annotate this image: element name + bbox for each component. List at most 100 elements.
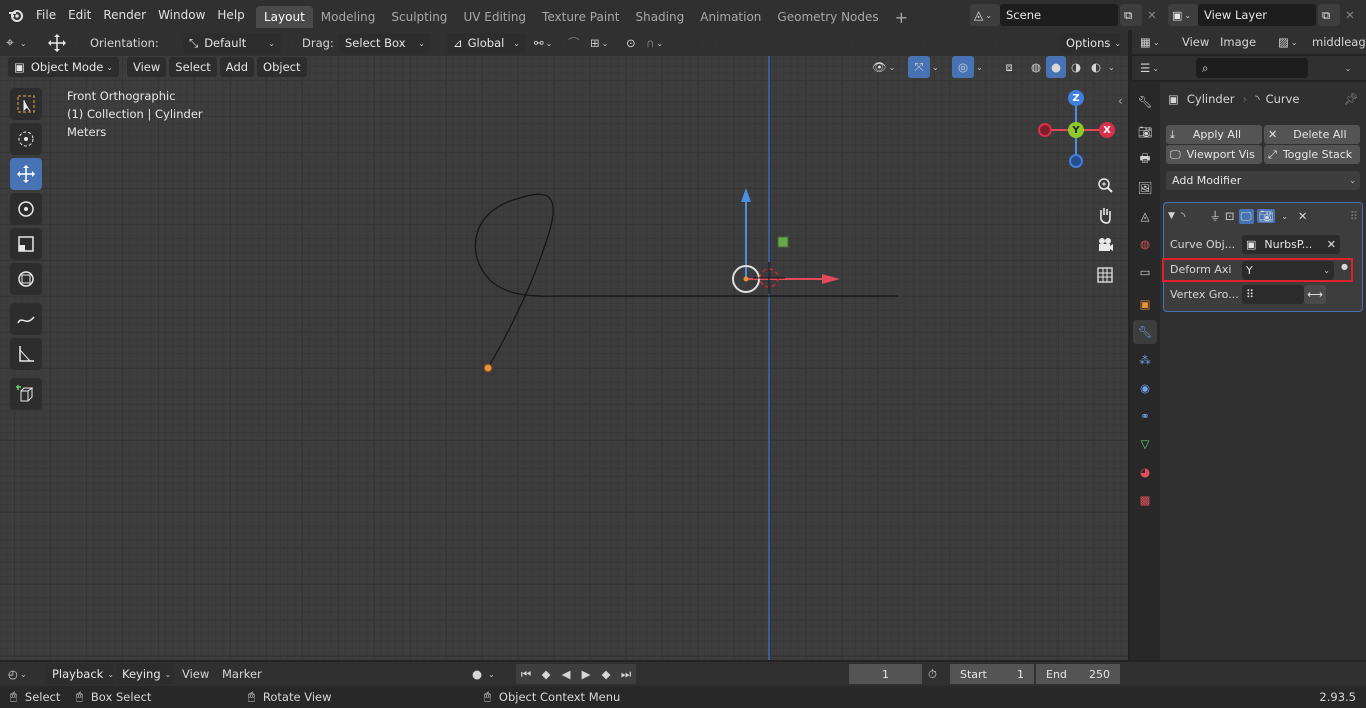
toggle-stack-button[interactable]: ⤢ Toggle Stack [1264,145,1360,164]
menu-view[interactable]: View [127,57,167,77]
editmode-icon[interactable]: ⊡ [1225,209,1235,223]
shading-material-icon[interactable]: ◑ [1066,56,1086,78]
jump-end-icon[interactable]: ⏭ [616,664,636,684]
blender-logo-icon[interactable] [8,4,28,26]
render-icon[interactable]: 📷︎ [1256,209,1276,223]
gizmo-x-ball[interactable]: X [1099,122,1115,138]
menu-add[interactable]: Add [219,57,255,77]
cursor-tool[interactable] [10,123,42,155]
snap-magnet-icon[interactable]: ⌒ [568,33,590,53]
clear-curve-object-icon[interactable]: ✕ [1327,238,1336,251]
tab-uv-editing[interactable]: UV Editing [455,6,534,28]
collapse-icon[interactable]: ▼ [1168,211,1175,221]
drag-handle-icon[interactable]: ⠿ [1350,209,1358,223]
play-icon[interactable]: ▶ [576,664,596,684]
shading-rendered-icon[interactable]: ◐ [1086,56,1106,78]
next-keyframe-icon[interactable]: ◆ [596,664,616,684]
annotate-tool[interactable] [10,303,42,335]
tab-tool-icon[interactable]: 🔧︎ [1133,90,1157,114]
gizmo-dropdown-icon[interactable]: ⌄ [930,56,946,78]
visibility-icon[interactable]: 👁︎ ⌄ [872,56,904,78]
measure-tool[interactable] [10,338,42,370]
tab-sculpting[interactable]: Sculpting [383,6,455,28]
menu-image-view[interactable]: View [1182,35,1209,49]
menu-select[interactable]: Select [169,57,217,77]
orthographic-toggle-icon[interactable] [1092,262,1118,288]
image-name[interactable]: middleage [1312,35,1366,49]
menu-image-image[interactable]: Image [1220,35,1256,49]
scale-tool[interactable] [10,228,42,260]
tab-texture-icon[interactable]: ▩ [1133,488,1157,512]
tab-particles-icon[interactable]: ⁂ [1133,348,1157,372]
shading-wireframe-icon[interactable]: ◍ [1026,56,1046,78]
menu-render[interactable]: Render [97,4,152,26]
tab-texture-paint[interactable]: Texture Paint [534,6,627,28]
auto-keying-toggle[interactable]: ● ⌄ [472,664,508,684]
orientation-dropdown[interactable]: ⤡ Default ⌄ [183,33,281,53]
image-browse-button[interactable]: ▨ ⌄ [1278,32,1304,52]
shading-dropdown-icon[interactable]: ⌄ [1106,56,1122,78]
tab-view-layer-icon[interactable]: 🖼︎ [1133,176,1157,200]
select-box-tool[interactable] [10,88,42,120]
start-frame-field[interactable]: Start 1 [950,664,1034,684]
menu-object[interactable]: Object [257,57,307,77]
rotate-tool[interactable] [10,193,42,225]
tab-layout[interactable]: Layout [256,6,313,28]
gizmo-neg-x-ball[interactable] [1038,123,1052,137]
delete-scene-icon[interactable]: ✕ [1142,4,1162,26]
gizmo-y-ball[interactable]: Y [1068,122,1084,138]
properties-editor-type-button[interactable]: ☰ ⌄ [1140,58,1168,78]
shading-solid-icon[interactable]: ● [1046,56,1066,78]
overlays-dropdown-icon[interactable]: ⌄ [974,56,990,78]
playback-menu[interactable]: Playback ⌄ [46,664,114,684]
pin-icon[interactable]: 📌︎ [1343,92,1358,106]
timeline-editor-type-button[interactable]: ◴ ⌄ [8,664,38,684]
mode-dropdown[interactable]: ▣ Object Mode ⌄ [8,57,119,77]
play-reverse-icon[interactable]: ◀ [556,664,576,684]
overlays-toggle-icon[interactable]: ◎ [952,56,974,78]
tab-physics-icon[interactable]: ◉ [1133,376,1157,400]
invert-vertex-group-icon[interactable]: ⟷ [1304,285,1326,304]
3d-viewport[interactable]: Z X Y Front Orthographic (1) Collection … [0,30,1128,660]
sidebar-toggle-icon[interactable]: ‹ [1118,94,1123,108]
deform-axis-dropdown[interactable]: Y ⌄ [1242,261,1334,280]
xray-toggle-icon[interactable]: ⧈ [998,56,1020,78]
proportional-edit-icon[interactable]: ⊙ [626,33,646,53]
transform-orientation-dropdown[interactable]: ⊿ Global ⌄ [447,33,526,53]
gizmo-z-ball[interactable]: Z [1068,90,1084,106]
keying-menu[interactable]: Keying ⌄ [116,664,174,684]
timeline-marker-menu[interactable]: Marker [222,667,262,681]
delete-all-button[interactable]: ✕ Delete All [1264,125,1360,144]
tab-modeling[interactable]: Modeling [313,6,384,28]
scene-name-field[interactable]: Scene [1000,4,1118,26]
tab-modifiers-icon[interactable]: 🔧︎ [1133,320,1157,344]
view-layer-browse-button[interactable]: ▣ ⌄ [1168,4,1198,26]
prev-keyframe-icon[interactable]: ◆ [536,664,556,684]
editmode-cage-icon[interactable]: ⏚ [1209,208,1221,224]
transform-tool[interactable] [10,263,42,295]
tab-output-icon[interactable]: 🖶︎ [1133,148,1157,172]
add-modifier-dropdown[interactable]: Add Modifier ⌄ [1166,171,1360,190]
timeline-view-menu[interactable]: View [182,667,209,681]
scene-browse-button[interactable]: ◬ ⌄ [970,4,1000,26]
tab-material-icon[interactable]: ◕ [1133,460,1157,484]
vertex-group-field[interactable]: ⠿ [1242,285,1304,304]
apply-all-button[interactable]: ⤓ Apply All [1166,125,1262,144]
menu-window[interactable]: Window [152,4,211,26]
tab-shading[interactable]: Shading [627,6,692,28]
viewport-vis-button[interactable]: 🖵︎ Viewport Vis [1166,145,1262,164]
camera-view-icon[interactable] [1092,232,1118,258]
snap-target-icon[interactable]: ⊞ ⌄ [590,33,618,53]
end-frame-field[interactable]: End 250 [1036,664,1120,684]
tab-object-icon[interactable]: ▣ [1133,292,1157,316]
realtime-icon[interactable]: 🖵︎ [1238,208,1254,224]
new-scene-icon[interactable]: ⧉ [1120,4,1142,26]
editor-type-button[interactable]: ▦ ⌄ [1140,32,1168,52]
modifier-menu-icon[interactable]: ⌄ [1281,212,1288,221]
falloff-icon[interactable]: ∩ ⌄ [646,33,672,53]
current-frame-field[interactable]: 1 [849,664,922,684]
animate-property-icon[interactable]: ● [1341,262,1348,271]
curve-object-field[interactable]: ▣ NurbsP... ✕ [1242,235,1340,254]
gizmo-toggle-icon[interactable]: ⤧ [908,56,930,78]
jump-start-icon[interactable]: ⏮ [516,664,536,684]
